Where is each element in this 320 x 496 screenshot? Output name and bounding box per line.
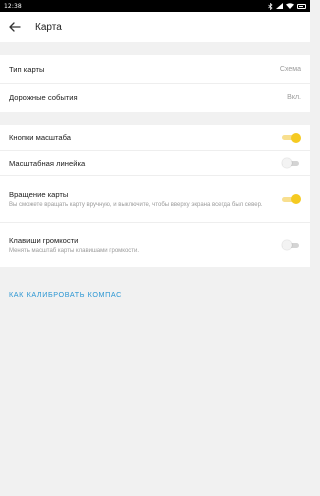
map-rotation-toggle[interactable] (282, 194, 301, 204)
arrow-left-icon (9, 22, 21, 32)
road-events-value: Вкл. (287, 94, 301, 101)
status-bar: 12:38 (0, 0, 310, 12)
calibrate-compass-link[interactable]: КАК КАЛИБРОВАТЬ КОМПАС (9, 290, 122, 299)
map-rotation-label: Вращение карты (9, 189, 69, 199)
map-type-row[interactable]: Тип карты Схема (0, 55, 310, 83)
page-title: Карта (35, 21, 62, 33)
map-controls-group: Кнопки масштаба Масштабная линейка Враще… (0, 125, 310, 267)
map-rotation-description: Вы сможете вращать карту вручную, и выкл… (9, 201, 263, 208)
back-button[interactable] (7, 19, 23, 35)
zoom-buttons-label: Кнопки масштаба (9, 133, 71, 142)
status-icons (268, 2, 306, 10)
map-type-label: Тип карты (9, 64, 45, 74)
road-events-label: Дорожные события (9, 93, 78, 102)
scale-bar-toggle[interactable] (282, 158, 301, 168)
wifi-icon (286, 3, 294, 9)
scale-bar-label: Масштабная линейка (9, 158, 86, 168)
status-time: 12:38 (4, 2, 22, 10)
volume-keys-row[interactable]: Клавиши громкости Менять масштаб карты к… (0, 222, 310, 267)
scale-bar-row[interactable]: Масштабная линейка (0, 150, 310, 175)
volume-keys-toggle[interactable] (282, 240, 301, 250)
map-settings-group: Тип карты Схема Дорожные события Вкл. (0, 55, 310, 112)
map-rotation-row[interactable]: Вращение карты Вы сможете вращать карту … (0, 175, 310, 222)
bluetooth-icon (268, 2, 273, 10)
zoom-buttons-toggle[interactable] (282, 132, 301, 143)
app-bar: Карта (0, 12, 310, 42)
battery-icon (297, 3, 306, 9)
road-events-row[interactable]: Дорожные события Вкл. (0, 83, 310, 111)
zoom-buttons-row[interactable]: Кнопки масштаба (0, 125, 310, 150)
volume-keys-label: Клавиши громкости (9, 235, 79, 245)
volume-keys-description: Менять масштаб карты клавишами громкости… (9, 247, 140, 254)
map-type-value: Схема (279, 65, 301, 73)
signal-icon (276, 3, 283, 9)
